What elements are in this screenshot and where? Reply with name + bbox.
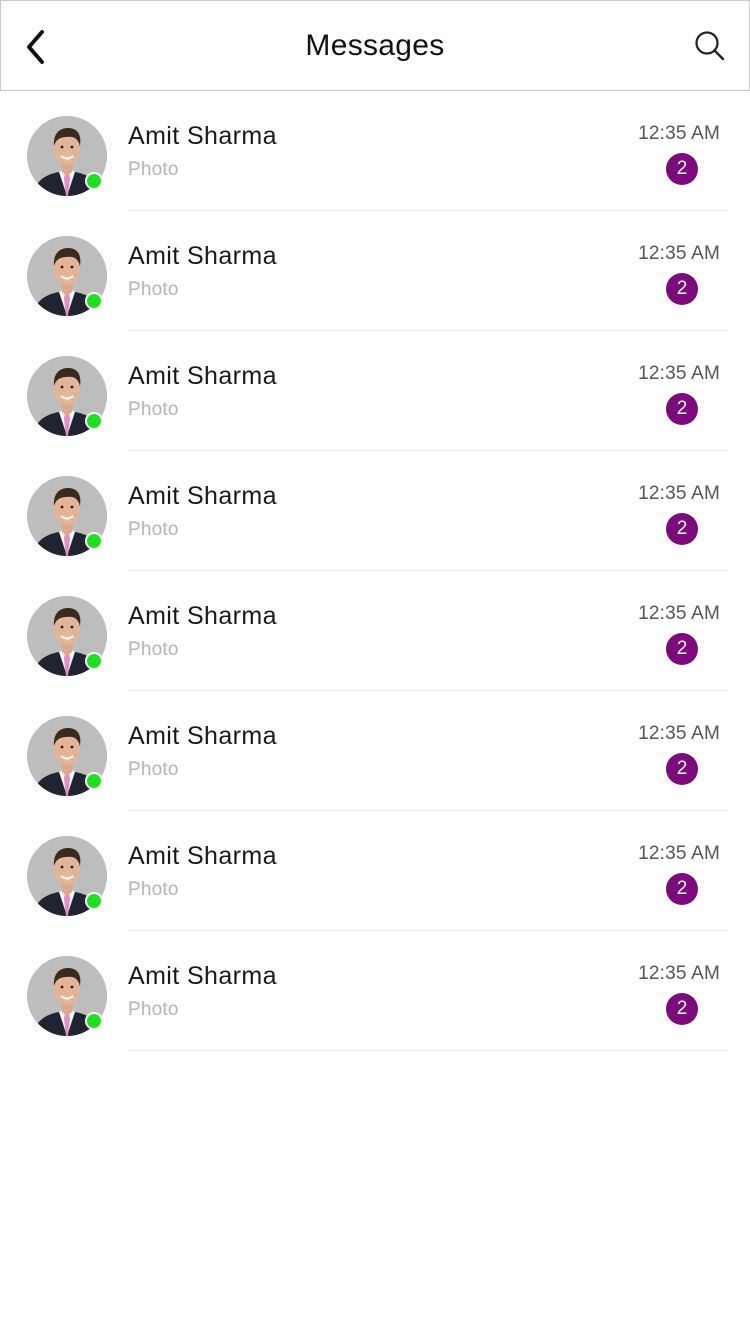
unread-count-badge: 2 (666, 273, 698, 305)
message-preview: Photo (128, 759, 179, 780)
unread-count-badge: 2 (666, 633, 698, 665)
unread-count-badge: 2 (666, 753, 698, 785)
message-time: 12:35 AM (638, 963, 720, 984)
conversation-list: Amit Sharma Photo 12:35 AM 2 Amit Sharma… (0, 91, 750, 1051)
avatar[interactable] (27, 236, 107, 316)
contact-name: Amit Sharma (128, 722, 277, 750)
message-time: 12:35 AM (638, 723, 720, 744)
message-time: 12:35 AM (638, 483, 720, 504)
contact-name: Amit Sharma (128, 242, 277, 270)
contact-name: Amit Sharma (128, 962, 277, 990)
contact-name: Amit Sharma (128, 602, 277, 630)
message-preview: Photo (128, 519, 179, 540)
online-status-dot (85, 652, 103, 670)
conversation-row[interactable]: Amit Sharma Photo 12:35 AM 2 (0, 691, 750, 811)
avatar[interactable] (27, 356, 107, 436)
conversation-row[interactable]: Amit Sharma Photo 12:35 AM 2 (0, 211, 750, 331)
avatar[interactable] (27, 956, 107, 1036)
conversation-row[interactable]: Amit Sharma Photo 12:35 AM 2 (0, 811, 750, 931)
conversation-row[interactable]: Amit Sharma Photo 12:35 AM 2 (0, 331, 750, 451)
message-preview: Photo (128, 879, 179, 900)
unread-count-badge: 2 (666, 393, 698, 425)
conversation-row[interactable]: Amit Sharma Photo 12:35 AM 2 (0, 571, 750, 691)
conversation-row[interactable]: Amit Sharma Photo 12:35 AM 2 (0, 931, 750, 1051)
message-preview: Photo (128, 159, 179, 180)
unread-count-badge: 2 (666, 993, 698, 1025)
online-status-dot (85, 292, 103, 310)
avatar[interactable] (27, 116, 107, 196)
message-preview: Photo (128, 279, 179, 300)
online-status-dot (85, 1012, 103, 1030)
unread-count-badge: 2 (666, 513, 698, 545)
message-preview: Photo (128, 999, 179, 1020)
search-button[interactable] (693, 29, 727, 63)
message-time: 12:35 AM (638, 243, 720, 264)
online-status-dot (85, 892, 103, 910)
online-status-dot (85, 532, 103, 550)
avatar[interactable] (27, 476, 107, 556)
online-status-dot (85, 172, 103, 190)
search-icon (695, 31, 725, 61)
unread-count-badge: 2 (666, 873, 698, 905)
message-preview: Photo (128, 399, 179, 420)
avatar[interactable] (27, 596, 107, 676)
message-preview: Photo (128, 639, 179, 660)
message-time: 12:35 AM (638, 843, 720, 864)
avatar[interactable] (27, 836, 107, 916)
message-time: 12:35 AM (638, 363, 720, 384)
contact-name: Amit Sharma (128, 122, 277, 150)
message-time: 12:35 AM (638, 603, 720, 624)
contact-name: Amit Sharma (128, 482, 277, 510)
contact-name: Amit Sharma (128, 362, 277, 390)
unread-count-badge: 2 (666, 153, 698, 185)
contact-name: Amit Sharma (128, 842, 277, 870)
avatar[interactable] (27, 716, 107, 796)
page-title: Messages (305, 29, 445, 62)
conversation-row[interactable]: Amit Sharma Photo 12:35 AM 2 (0, 451, 750, 571)
row-divider (128, 1050, 725, 1051)
online-status-dot (85, 412, 103, 430)
online-status-dot (85, 772, 103, 790)
message-time: 12:35 AM (638, 123, 720, 144)
conversation-row[interactable]: Amit Sharma Photo 12:35 AM 2 (0, 91, 750, 211)
app-header: Messages (0, 0, 750, 91)
